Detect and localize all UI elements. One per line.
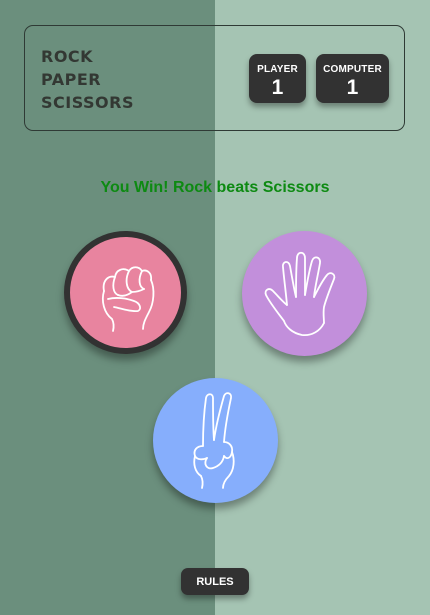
computer-score-value: 1 [346, 76, 359, 99]
peace-hand-icon [193, 392, 235, 489]
player-score-label: PLAYER [257, 64, 298, 75]
result-message: You Win! Rock beats Scissors [100, 179, 330, 196]
rock-choice-button[interactable] [64, 231, 187, 354]
fist-icon [101, 266, 155, 332]
title-line-scissors: SCISSORS [41, 93, 134, 112]
scissors-choice-button[interactable] [153, 378, 278, 503]
player-score-value: 1 [271, 76, 284, 99]
paper-choice-button[interactable] [242, 231, 367, 356]
title-line-rock: ROCK [41, 47, 94, 66]
title-line-paper: PAPER [41, 70, 102, 89]
game-title: ROCK PAPER SCISSORS [41, 45, 134, 114]
game-header: ROCK PAPER SCISSORS PLAYER 1 COMPUTER 1 [24, 25, 405, 131]
rules-button[interactable]: RULES [181, 568, 249, 595]
computer-score-label: COMPUTER [323, 64, 382, 75]
open-hand-icon [264, 251, 336, 336]
player-score-box: PLAYER 1 [249, 54, 306, 103]
computer-score-box: COMPUTER 1 [316, 54, 389, 103]
